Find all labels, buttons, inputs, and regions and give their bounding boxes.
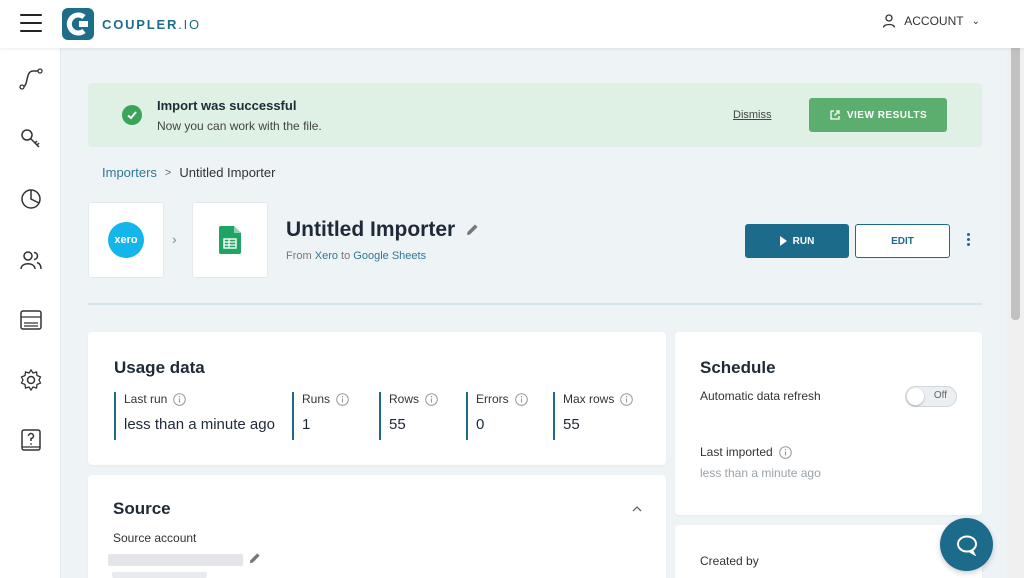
destination-tile bbox=[192, 202, 268, 278]
logo-text: COUPLER.IO bbox=[102, 16, 201, 32]
account-menu[interactable]: ACCOUNT ⌄ bbox=[882, 14, 980, 28]
chevron-right-icon: > bbox=[164, 166, 172, 179]
info-icon[interactable] bbox=[173, 392, 187, 406]
schedule-title: Schedule bbox=[700, 358, 776, 377]
xero-logo-icon: xero bbox=[108, 222, 144, 258]
chevron-up-icon[interactable] bbox=[632, 505, 642, 513]
chat-icon bbox=[956, 535, 977, 556]
hamburger-menu-icon[interactable] bbox=[20, 14, 42, 32]
info-icon[interactable] bbox=[778, 445, 792, 459]
breadcrumb-importers-link[interactable]: Importers bbox=[102, 165, 157, 180]
info-icon[interactable] bbox=[620, 392, 634, 406]
chat-support-button[interactable] bbox=[940, 518, 993, 571]
settings-icon[interactable] bbox=[18, 367, 44, 393]
created-by-label: Created by bbox=[700, 554, 759, 568]
billing-icon[interactable] bbox=[18, 307, 44, 333]
toggle-knob bbox=[907, 388, 924, 405]
redacted-account bbox=[108, 554, 243, 566]
run-label: RUN bbox=[792, 235, 815, 247]
importer-title-text: Untitled Importer bbox=[286, 218, 456, 241]
usage-card: Usage data Last run less than a minute a… bbox=[88, 332, 666, 465]
created-card: Created by bbox=[675, 525, 982, 578]
source-account-label: Source account bbox=[113, 531, 197, 545]
info-icon[interactable] bbox=[514, 392, 528, 406]
sidebar bbox=[0, 48, 61, 578]
logo[interactable]: COUPLER.IO bbox=[62, 8, 201, 40]
usage-title: Usage data bbox=[114, 358, 205, 377]
last-imported-label: Last imported bbox=[700, 445, 792, 459]
external-link-icon bbox=[830, 110, 840, 120]
stat-value: 55 bbox=[563, 416, 580, 433]
stat-runs: Runs 1 bbox=[292, 392, 349, 440]
source-card: Source Source account bbox=[88, 475, 666, 578]
info-icon[interactable] bbox=[336, 392, 349, 406]
auto-refresh-toggle[interactable]: Off bbox=[905, 386, 957, 407]
help-icon[interactable] bbox=[18, 427, 44, 453]
auto-refresh-label: Automatic data refresh bbox=[700, 389, 821, 403]
more-options-icon[interactable] bbox=[964, 233, 972, 249]
importer-title: Untitled Importer bbox=[286, 218, 479, 242]
check-circle-icon bbox=[122, 105, 142, 125]
stat-value: 55 bbox=[389, 416, 406, 433]
divider bbox=[88, 303, 982, 305]
source-title: Source bbox=[113, 499, 171, 518]
google-sheets-icon bbox=[219, 226, 241, 254]
stat-value: 1 bbox=[302, 416, 311, 433]
chart-icon[interactable] bbox=[18, 186, 44, 212]
edit-button[interactable]: EDIT bbox=[855, 224, 950, 258]
stat-errors: Errors 0 bbox=[466, 392, 528, 440]
view-results-label: VIEW RESULTS bbox=[846, 109, 928, 121]
banner-title: Import was successful bbox=[157, 98, 297, 113]
run-button[interactable]: RUN bbox=[745, 224, 849, 258]
breadcrumb-current: Untitled Importer bbox=[179, 165, 276, 180]
success-banner: Import was successful Now you can work w… bbox=[88, 83, 982, 147]
scrollbar[interactable] bbox=[1007, 0, 1024, 578]
users-icon[interactable] bbox=[18, 247, 44, 273]
dismiss-link[interactable]: Dismiss bbox=[733, 109, 772, 121]
stat-value: less than a minute ago bbox=[124, 416, 275, 433]
flows-icon[interactable] bbox=[18, 66, 44, 92]
chevron-right-icon: › bbox=[172, 231, 177, 247]
breadcrumb: Importers > Untitled Importer bbox=[102, 165, 275, 180]
view-results-button[interactable]: VIEW RESULTS bbox=[809, 98, 947, 132]
banner-subtitle: Now you can work with the file. bbox=[157, 119, 322, 133]
stat-max-rows: Max rows 55 bbox=[553, 392, 634, 440]
redacted-text bbox=[112, 572, 207, 578]
pencil-icon[interactable] bbox=[248, 552, 261, 565]
stat-value: 0 bbox=[476, 416, 485, 433]
scroll-thumb[interactable] bbox=[1011, 20, 1020, 320]
top-bar: COUPLER.IO ACCOUNT ⌄ bbox=[0, 0, 1024, 48]
stat-rows: Rows 55 bbox=[379, 392, 438, 440]
stat-last-run: Last run less than a minute ago bbox=[114, 392, 275, 440]
chevron-down-icon: ⌄ bbox=[971, 15, 980, 27]
account-label: ACCOUNT bbox=[904, 14, 964, 28]
info-icon[interactable] bbox=[425, 392, 438, 406]
play-icon bbox=[779, 236, 787, 246]
key-icon[interactable] bbox=[18, 126, 44, 152]
schedule-card: Schedule Automatic data refresh Off Last… bbox=[675, 332, 982, 515]
destination-link[interactable]: Google Sheets bbox=[353, 250, 426, 262]
coupler-logo-icon bbox=[62, 8, 94, 40]
pencil-icon[interactable] bbox=[465, 223, 479, 237]
importer-subtitle: From Xero to Google Sheets bbox=[286, 250, 427, 262]
last-imported-value: less than a minute ago bbox=[700, 466, 821, 480]
user-icon bbox=[883, 14, 896, 28]
source-tile: xero bbox=[88, 202, 164, 278]
source-link[interactable]: Xero bbox=[315, 250, 338, 262]
toggle-state: Off bbox=[933, 390, 947, 401]
